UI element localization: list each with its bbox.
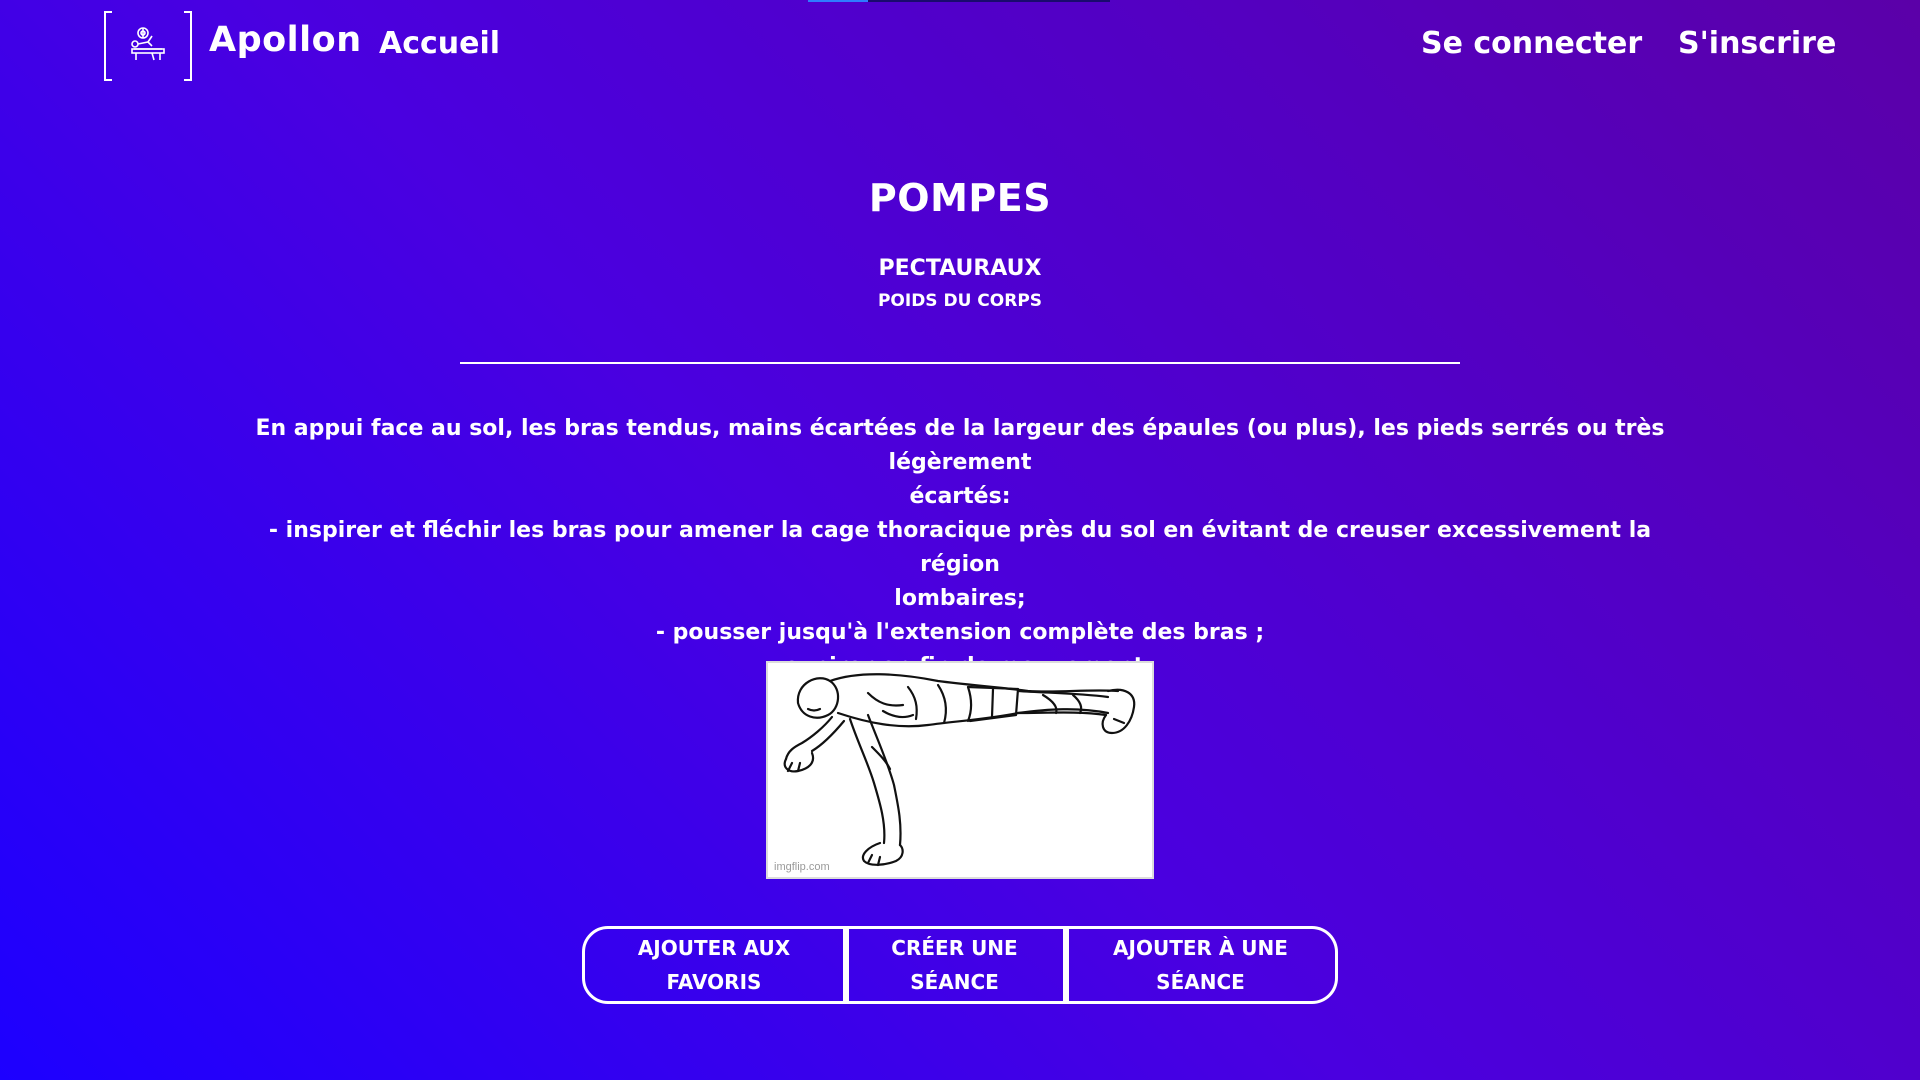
exercise-title: POMPES [868,176,1052,220]
exercise-description: En appui face au sol, les bras tendus, m… [230,412,1690,684]
add-to-favorites-label-line2: FAVORIS [666,970,762,994]
description-line: écartés: [909,484,1011,509]
add-to-session-label-line2: SÉANCE [1156,970,1245,994]
description-line: lombaires; [894,586,1026,611]
add-to-favorites-label-line1: AJOUTER AUX [637,936,791,960]
nav-login-link[interactable]: Se connecter [1421,26,1642,61]
add-to-session-label-line1: AJOUTER À UNE [1113,936,1288,960]
brand-name[interactable]: Apollon [209,20,362,60]
nav-home-link[interactable]: Accueil [379,26,500,61]
exercise-muscle: PECTAURAUX [878,256,1042,281]
push-up-illustration [783,673,1136,867]
description-line: - inspirer et fléchir les bras pour amen… [268,518,1652,577]
create-session-label-line1: CRÉER UNE [891,936,1018,960]
logo[interactable] [104,11,192,81]
action-button-group: AJOUTER AUX FAVORIS CRÉER UNE SÉANCE AJO… [582,926,1338,1004]
exercise-illustration: imgflip.com [766,661,1154,879]
navbar: Apollon Accueil Se connecter S'inscrire [0,0,1920,95]
description-line: - pousser jusqu'à l'extension complète d… [655,620,1265,645]
create-session-label-line2: SÉANCE [910,970,999,994]
exercise-equipment: POIDS DU CORPS [877,291,1043,311]
add-to-session-label: AJOUTER À UNE SÉANCE [1113,931,1288,999]
create-session-label: CRÉER UNE SÉANCE [891,931,1017,999]
add-to-session-button[interactable]: AJOUTER À UNE SÉANCE [1066,926,1338,1004]
description-line: En appui face au sol, les bras tendus, m… [255,416,1665,475]
nav-signup-link[interactable]: S'inscrire [1678,26,1836,61]
divider [460,362,1460,364]
logo-bracket-right [184,11,192,81]
bench-press-icon [131,27,165,61]
create-session-button[interactable]: CRÉER UNE SÉANCE [846,926,1066,1004]
add-to-favorites-button[interactable]: AJOUTER AUX FAVORIS [582,926,846,1004]
image-watermark: imgflip.com [774,861,830,873]
add-to-favorites-label: AJOUTER AUX FAVORIS [638,931,790,999]
logo-bracket-left [104,11,112,81]
